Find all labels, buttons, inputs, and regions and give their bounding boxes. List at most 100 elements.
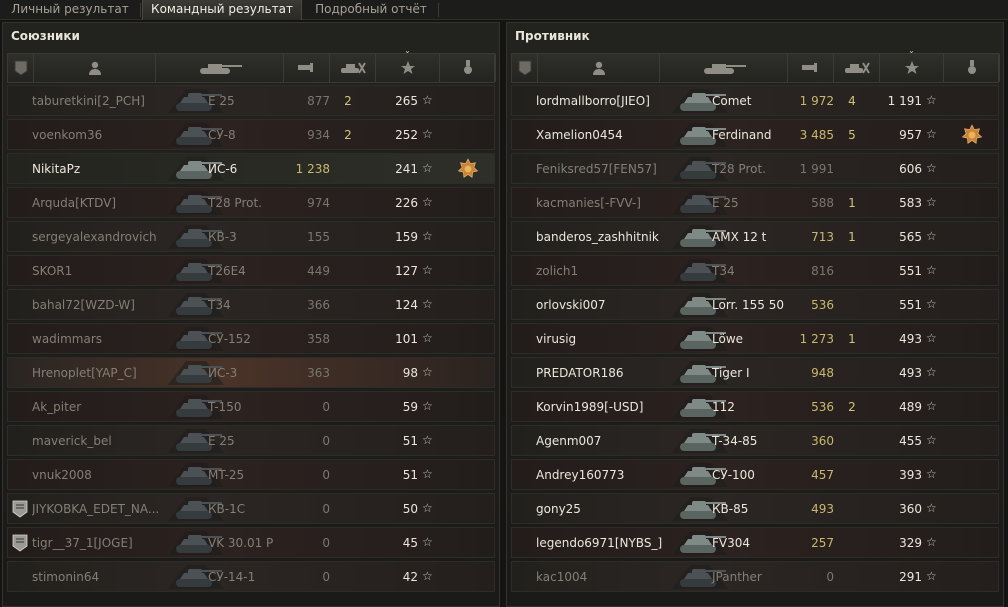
player-icon [592, 61, 605, 75]
xp-star-icon: ☆ [422, 501, 433, 515]
medal-icon [462, 60, 474, 76]
platoon-badge-icon [12, 500, 28, 518]
damage-value: 816 [811, 264, 834, 278]
damage-value: 0 [322, 468, 330, 482]
medal-icon[interactable] [457, 158, 479, 180]
player-column-header[interactable] [538, 54, 660, 82]
xp-value: 565 [899, 230, 922, 244]
player-row[interactable]: Agenm007 T-34-85 360 455 ☆ [511, 425, 999, 456]
player-column-header[interactable] [34, 54, 156, 82]
damage-column-header[interactable] [284, 54, 330, 82]
xp-value: 98 [402, 366, 418, 380]
player-row[interactable]: lordmallborro[JIEO] Comet 1 972 4 1 191 ☆ [511, 85, 999, 116]
player-row[interactable]: Andrey160773 СУ-100 457 393 ☆ [511, 459, 999, 490]
badge-column-header[interactable] [512, 54, 538, 82]
xp-value: 59 [402, 400, 418, 414]
damage-value: 0 [322, 536, 330, 550]
damage-value: 493 [811, 502, 834, 516]
damage-value: 0 [322, 434, 330, 448]
badge-column-header[interactable] [8, 54, 34, 82]
kills-value: 2 [344, 128, 352, 142]
player-row[interactable]: kac1004 JPanther 0 291 ☆ [511, 561, 999, 592]
player-name: virusig [536, 332, 577, 346]
player-row[interactable]: banderos_zashhitnik AMX 12 t 713 1 565 ☆ [511, 221, 999, 252]
medal-column-header[interactable] [944, 54, 1000, 82]
player-name: Feniksred57[FEN57] [536, 162, 657, 176]
tank-column-header[interactable] [156, 54, 284, 82]
allies-panel: Союзники ⌄ taburetkini[2_PCH] E 25 877 2 265… [2, 22, 500, 607]
player-row[interactable]: voenkom36 СУ-8 934 2 252 ☆ [7, 119, 495, 150]
damage-value: 713 [811, 230, 834, 244]
medal-column-header[interactable] [440, 54, 496, 82]
xp-star-column-header[interactable]: ⌄ [376, 46, 440, 82]
xp-star-icon: ☆ [422, 229, 433, 243]
kills-value: 1 [848, 196, 856, 210]
kills-column-header[interactable] [834, 54, 880, 82]
damage-value: 0 [826, 570, 834, 584]
xp-star-icon: ☆ [926, 229, 937, 243]
player-row[interactable]: kacmanies[-FVV-] E 25 588 1 583 ☆ [511, 187, 999, 218]
kills-column-header[interactable] [330, 54, 376, 82]
xp-value: 51 [402, 434, 418, 448]
player-name: kac1004 [536, 570, 588, 584]
xp-value: 957 [899, 128, 922, 142]
player-row[interactable]: Feniksred57[FEN57] T28 Prot. 1 991 606 ☆ [511, 153, 999, 184]
damage-value: 457 [811, 468, 834, 482]
damage-value: 588 [811, 196, 834, 210]
xp-star-column-header[interactable]: ⌄ [880, 46, 944, 82]
kills-value: 2 [848, 400, 856, 414]
damage-value: 1 972 [799, 94, 834, 108]
xp-value: 493 [899, 366, 922, 380]
damage-value: 0 [322, 570, 330, 584]
xp-star-icon: ☆ [422, 263, 433, 277]
tab-divider [438, 3, 439, 17]
player-row[interactable]: wadimmars СУ-152 358 101 ☆ [7, 323, 495, 354]
player-name: banderos_zashhitnik [536, 230, 659, 244]
player-row[interactable]: vnuk2008 MT-25 0 51 ☆ [7, 459, 495, 490]
tank-column-header[interactable] [660, 54, 788, 82]
tab-team-result[interactable]: Командный результат [142, 0, 302, 20]
medal-icon[interactable] [961, 124, 983, 146]
tab-detailed-report[interactable]: Подробный отчёт [304, 0, 438, 20]
player-row[interactable]: Hrenoplet[YAP_C] ИС-3 363 98 ☆ [7, 357, 495, 388]
player-row[interactable]: PREDATOR186 Tiger I 948 493 ☆ [511, 357, 999, 388]
xp-value: 159 [395, 230, 418, 244]
player-row[interactable]: maverick_bel E 25 0 51 ☆ [7, 425, 495, 456]
xp-star-icon: ☆ [926, 297, 937, 311]
player-row[interactable]: stimonin64 СУ-14-1 0 42 ☆ [7, 561, 495, 592]
player-row[interactable]: taburetkini[2_PCH] E 25 877 2 265 ☆ [7, 85, 495, 116]
xp-value: 265 [395, 94, 418, 108]
player-name: zolich1 [536, 264, 579, 278]
kills-value: 4 [848, 94, 856, 108]
player-row[interactable]: Ak_piter T-150 0 59 ☆ [7, 391, 495, 422]
damage-value: 536 [811, 400, 834, 414]
sort-arrow-icon: ⌄ [404, 46, 411, 55]
kills-value: 5 [848, 128, 856, 142]
damage-column-header[interactable] [788, 54, 834, 82]
player-row[interactable]: zolich1 T34 816 551 ☆ [511, 255, 999, 286]
player-row[interactable]: legendo6971[NYBS_] FV304 257 329 ☆ [511, 527, 999, 558]
player-row[interactable]: SKOR1 T26E4 449 127 ☆ [7, 255, 495, 286]
player-row[interactable]: Arquda[KTDV] T28 Prot. 974 226 ☆ [7, 187, 495, 218]
player-row[interactable]: bahal72[WZD-W] T34 366 124 ☆ [7, 289, 495, 320]
player-row[interactable]: tigr__37_1[JOGE] VK 30.01 P 0 45 ☆ [7, 527, 495, 558]
xp-value: 583 [899, 196, 922, 210]
player-name: sergeyalexandrovich [32, 230, 157, 244]
player-row[interactable]: virusig Löwe 1 273 1 493 ☆ [511, 323, 999, 354]
player-row[interactable]: orlovski007 Lorr. 155 50 536 551 ☆ [511, 289, 999, 320]
tab-personal-result[interactable]: Личный результат [0, 0, 140, 20]
player-name: gony25 [536, 502, 581, 516]
player-name: taburetkini[2_PCH] [32, 94, 145, 108]
player-row[interactable]: JIYKOBKA_EDET_NA... КВ-1С 0 50 ☆ [7, 493, 495, 524]
xp-value: 51 [402, 468, 418, 482]
player-row[interactable]: Korvin1989[-USD] 112 536 2 489 ☆ [511, 391, 999, 422]
player-row[interactable]: NikitaPz ИС-6 1 238 241 ☆ [7, 153, 495, 184]
player-row[interactable]: gony25 КВ-85 493 360 ☆ [511, 493, 999, 524]
damage-icon [297, 62, 317, 74]
player-name: Andrey160773 [536, 468, 625, 482]
damage-value: 366 [307, 298, 330, 312]
xp-star-icon: ☆ [422, 467, 433, 481]
player-row[interactable]: sergeyalexandrovich КВ-3 155 159 ☆ [7, 221, 495, 252]
damage-value: 948 [811, 366, 834, 380]
player-row[interactable]: Xamelion0454 Ferdinand 3 485 5 957 ☆ [511, 119, 999, 150]
